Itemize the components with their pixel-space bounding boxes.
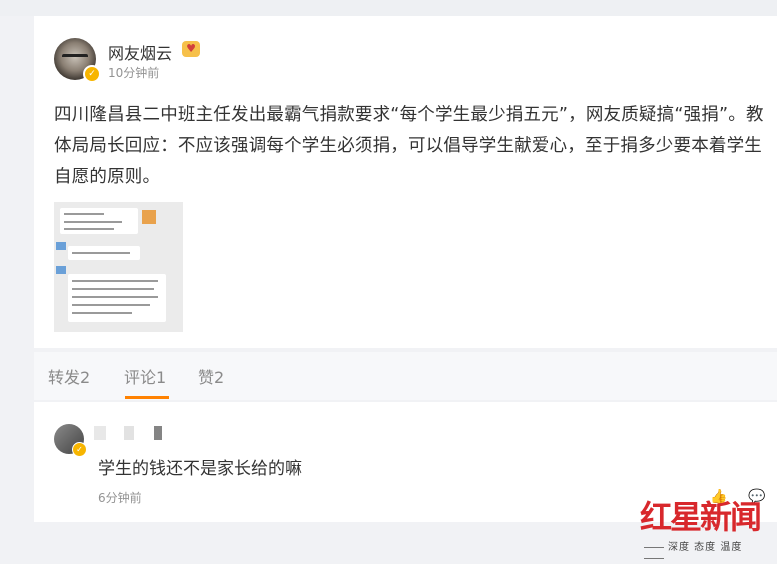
comment-username-blurred[interactable] <box>94 426 214 440</box>
chat-avatar <box>56 266 66 274</box>
post-body-text: 四川隆昌县二中班主任发出最霸气捐款要求“每个学生最少捐五元”，网友质疑搞“强捐”… <box>54 105 764 187</box>
top-strip <box>0 0 777 16</box>
chat-line <box>72 280 158 282</box>
watermark-logo: 红星新闻 深度 态度 温度 <box>640 492 770 556</box>
tab-comments[interactable]: 评论1 <box>124 364 166 388</box>
chat-line <box>72 296 158 298</box>
chat-line <box>64 213 104 215</box>
chat-line <box>72 252 130 254</box>
active-tab-indicator <box>125 396 169 399</box>
action-tabs: 转发2 评论1 赞2 <box>34 352 777 400</box>
post-image-thumbnail[interactable] <box>54 202 183 332</box>
tab-repost[interactable]: 转发2 <box>48 364 90 388</box>
post-card: ✓ 网友烟云 ♥ 10分钟前 四川隆昌县二中班主任发出最霸气捐款要求“每个学生最… <box>34 16 777 348</box>
tab-likes[interactable]: 赞2 <box>198 364 224 388</box>
chat-sticker <box>142 210 156 224</box>
chat-line <box>72 304 150 306</box>
chat-line <box>72 312 132 314</box>
watermark-brand-news: 新闻 <box>700 498 762 536</box>
post-timestamp[interactable]: 10分钟前 <box>108 64 159 81</box>
chat-line <box>64 221 122 223</box>
vip-heart-icon: ♥ <box>182 41 200 57</box>
watermark-brand-red: 红星 <box>640 498 702 536</box>
chat-line <box>72 288 154 290</box>
verified-badge-icon: ✓ <box>83 65 101 83</box>
comment-text: 学生的钱还不是家长给的嘛 <box>98 459 302 479</box>
comment-timestamp: 6分钟前 <box>98 491 142 505</box>
chat-avatar <box>56 242 66 250</box>
comment-verified-icon: ✓ <box>72 442 87 457</box>
watermark-tagline: 深度 态度 温度 <box>640 538 770 564</box>
avatar-glasses <box>62 54 88 65</box>
post-username[interactable]: 网友烟云 <box>108 40 172 64</box>
chat-line <box>64 228 114 230</box>
watermark-brand: 红星新闻 <box>640 492 762 538</box>
